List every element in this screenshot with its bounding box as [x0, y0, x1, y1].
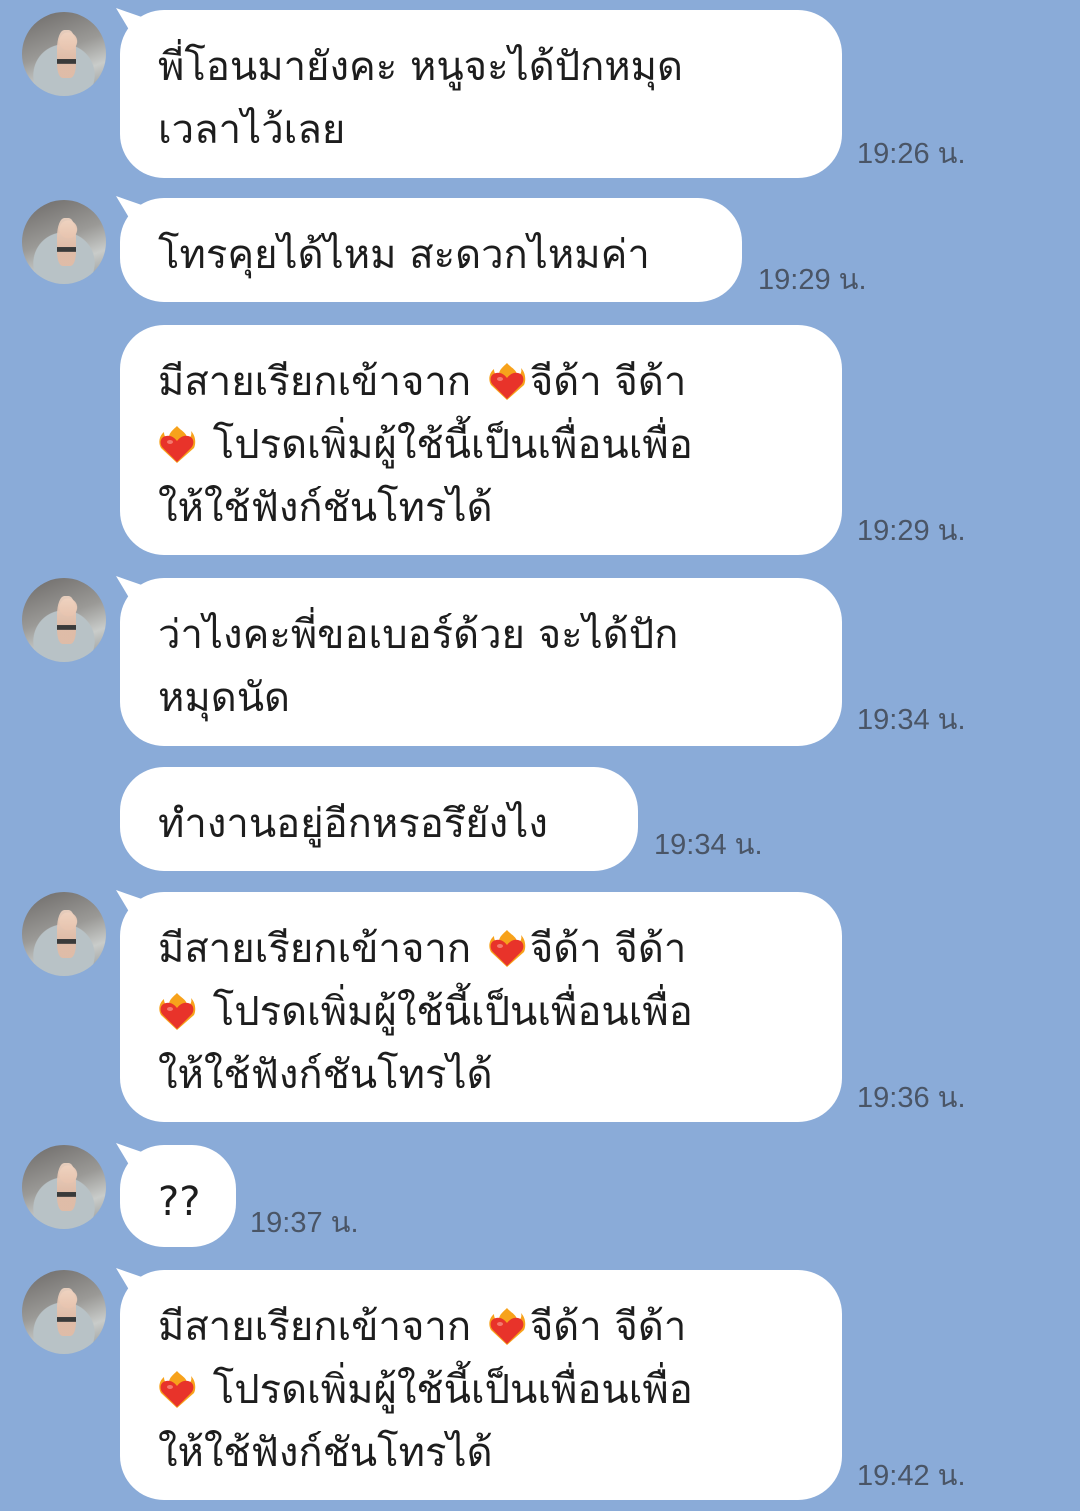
contact-avatar[interactable] — [22, 1270, 106, 1354]
contact-avatar[interactable] — [22, 892, 106, 976]
call-notice-text: โปรดเพิ่มผู้ใช้นี้เป็นเพื่อนเพื่อ — [212, 989, 693, 1035]
call-notice-text: โปรดเพิ่มผู้ใช้นี้เป็นเพื่อนเพื่อ — [212, 1367, 693, 1413]
caller-name: จีด้า จีด้า — [529, 1304, 687, 1350]
caller-name: จีด้า จีด้า — [529, 926, 687, 972]
contact-avatar[interactable] — [22, 12, 106, 96]
heart-on-fire-icon — [158, 424, 196, 464]
heart-on-fire-icon — [488, 361, 526, 401]
call-notice-text: ให้ใช้ฟังก์ชันโทรได้ — [158, 485, 493, 531]
message-bubble[interactable]: ทำงานอยู่อีกหรอรึยังไง — [120, 767, 638, 871]
message-bubble[interactable]: ?? — [116, 1143, 236, 1247]
message-text: พี่โอนมายังคะ หนูจะได้ปักหมุด — [158, 44, 684, 90]
call-notice-text: ให้ใช้ฟังก์ชันโทรได้ — [158, 1052, 493, 1098]
contact-avatar[interactable] — [22, 200, 106, 284]
message-text: เวลาไว้เลย — [158, 107, 346, 153]
message-text: หมุดนัด — [158, 675, 291, 721]
message-timestamp: 19:26 น. — [857, 138, 966, 170]
message-timestamp: 19:29 น. — [758, 264, 867, 296]
call-notice-text: มีสายเรียกเข้าจาก — [158, 359, 472, 405]
message-bubble[interactable]: โทรคุยได้ไหม สะดวกไหมค่า — [116, 196, 742, 302]
message-timestamp: 19:36 น. — [857, 1082, 966, 1114]
call-notice-bubble[interactable]: มีสายเรียกเข้าจาก จีด้า จีด้า โปรดเพิ่มผ… — [116, 1268, 842, 1500]
message-text: ทำงานอยู่อีกหรอรึยังไง — [158, 801, 548, 847]
heart-on-fire-icon — [158, 991, 196, 1031]
heart-on-fire-icon — [488, 928, 526, 968]
heart-on-fire-icon — [488, 1306, 526, 1346]
message-bubble[interactable]: ว่าไงคะพี่ขอเบอร์ด้วย จะได้ปัก หมุดนัด — [116, 576, 842, 746]
call-notice-text: โปรดเพิ่มผู้ใช้นี้เป็นเพื่อนเพื่อ — [212, 422, 693, 468]
message-text: ?? — [158, 1179, 201, 1225]
message-text: ว่าไงคะพี่ขอเบอร์ด้วย จะได้ปัก — [158, 612, 679, 658]
call-notice-bubble[interactable]: มีสายเรียกเข้าจาก จีด้า จีด้า โปรดเพิ่มผ… — [116, 890, 842, 1122]
heart-on-fire-icon — [158, 1369, 196, 1409]
message-bubble[interactable]: พี่โอนมายังคะ หนูจะได้ปักหมุด เวลาไว้เลย — [116, 8, 842, 178]
call-notice-text: ให้ใช้ฟังก์ชันโทรได้ — [158, 1430, 493, 1476]
caller-name: จีด้า จีด้า — [529, 359, 687, 405]
message-timestamp: 19:42 น. — [857, 1460, 966, 1492]
message-timestamp: 19:29 น. — [857, 515, 966, 547]
message-text: โทรคุยได้ไหม สะดวกไหมค่า — [158, 232, 650, 278]
message-timestamp: 19:34 น. — [654, 829, 763, 861]
message-timestamp: 19:34 น. — [857, 704, 966, 736]
call-notice-text: มีสายเรียกเข้าจาก — [158, 1304, 472, 1350]
message-timestamp: 19:37 น. — [250, 1207, 359, 1239]
contact-avatar[interactable] — [22, 1145, 106, 1229]
contact-avatar[interactable] — [22, 578, 106, 662]
call-notice-text: มีสายเรียกเข้าจาก — [158, 926, 472, 972]
call-notice-bubble[interactable]: มีสายเรียกเข้าจาก จีด้า จีด้า โปรดเพิ่มผ… — [120, 325, 842, 555]
